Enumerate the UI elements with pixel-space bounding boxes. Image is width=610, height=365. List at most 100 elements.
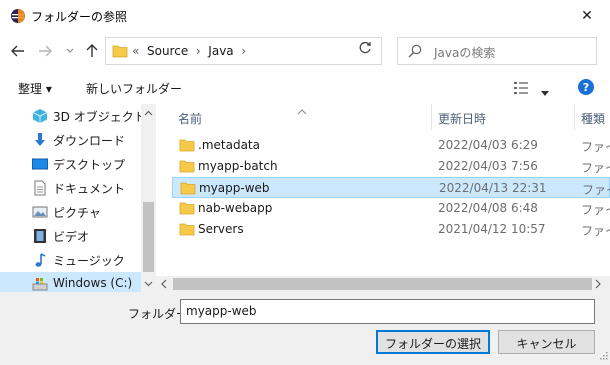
organize-button[interactable]: 整理 ▾ [18,80,52,97]
sidebar-scroll-thumb[interactable] [143,202,154,272]
file-list: 名前 更新日時 種類 .metadata 2022/04/03 6:29 ファイ… [156,104,610,292]
back-arrow-icon [11,45,24,57]
window-title: フォルダーの参照 [31,10,128,24]
close-button[interactable]: ✕ [564,0,610,31]
sidebar-scrollbar[interactable] [141,104,156,292]
file-row[interactable]: myapp-batch 2022/04/03 7:56 ファイル [172,156,610,177]
scroll-down-icon[interactable] [141,279,156,289]
folder-icon [180,181,196,198]
cancel-button[interactable]: キャンセル [498,330,595,354]
videos-icon [32,228,48,244]
column-header-type[interactable]: 種類 [581,110,605,127]
sidebar-item-label: ドキュメント [53,182,126,196]
new-folder-button[interactable]: 新しいフォルダー [86,80,182,97]
music-icon [32,252,48,268]
sort-ascending-icon [297,104,307,118]
file-name: nab-webapp [198,201,273,215]
column-header-modified[interactable]: 更新日時 [438,110,486,127]
desktop-icon [32,156,48,172]
scroll-right-icon[interactable] [594,279,602,289]
3d-objects-icon [32,108,48,124]
file-modified: 2022/04/03 7:56 [438,159,538,173]
file-modified: 2021/04/12 10:57 [438,222,546,236]
pictures-icon [32,204,48,220]
sidebar-item-downloads[interactable]: ダウンロード [0,128,141,152]
file-list-horizontal-scrollbar[interactable] [156,276,610,292]
view-options-button[interactable] [513,81,529,98]
back-button[interactable] [8,41,28,61]
column-header-name[interactable]: 名前 [178,110,202,127]
folder-icon [179,201,195,218]
title-bar: フォルダーの参照 ✕ [0,0,610,31]
folder-icon [179,222,195,239]
forward-button[interactable] [35,41,55,61]
sidebar-item-music[interactable]: ミュージック [0,248,141,272]
file-name: Servers [198,222,244,236]
drive-icon [32,276,48,292]
address-bar[interactable]: « Source › Java › [105,37,441,65]
sidebar-item-desktop[interactable]: デスクトップ [0,152,141,176]
folder-icon [179,159,195,176]
refresh-button[interactable] [358,41,378,61]
help-icon[interactable]: ? [578,79,594,95]
file-row[interactable]: Servers 2021/04/12 10:57 ファイル [172,219,610,240]
folder-field[interactable]: myapp-web [180,299,595,324]
sidebar-item-label: ミュージック [53,254,125,268]
horizontal-scroll-thumb[interactable] [173,278,592,290]
view-dropdown[interactable] [541,85,549,99]
sidebar-item-label: ダウンロード [53,134,126,148]
sidebar-item-pictures[interactable]: ピクチャ [0,200,141,224]
file-type: ファイル [581,203,610,217]
sidebar-item-windows-c[interactable]: Windows (C:) [0,272,141,292]
navigation-pane: 3D オブジェクト ダウンロード デスクトップ ドキュメント ピクチャ ビデオ [0,104,156,292]
sidebar-item-label: ピクチャ [53,206,101,220]
file-row-selected[interactable]: myapp-web 2022/04/13 22:31 ファイル [172,177,610,198]
file-type: ファイル [581,161,610,175]
breadcrumb-separator-icon: › [195,44,201,58]
sidebar-item-label: デスクトップ [53,158,126,172]
sidebar-item-label: Windows (C:) [53,276,133,290]
search-placeholder: Javaの検索 [434,46,496,60]
sidebar-item-label: ビデオ [53,230,90,244]
breadcrumb-item-java[interactable]: Java [208,44,233,58]
file-type: ファイル [582,183,610,197]
file-name: .metadata [198,138,260,152]
caret-down-icon [541,91,549,96]
scroll-left-icon[interactable] [160,279,168,289]
column-headers: 名前 更新日時 種類 [156,104,610,130]
resize-grip-icon[interactable] [598,349,608,363]
sidebar-item-documents[interactable]: ドキュメント [0,176,141,200]
scroll-up-icon[interactable] [141,108,156,118]
search-input[interactable]: Javaの検索 [397,37,597,65]
up-arrow-icon [86,44,98,57]
file-name: myapp-web [199,181,270,195]
breadcrumb: « Source › Java › [132,44,246,58]
file-name: myapp-batch [198,159,278,173]
details-view-icon [514,82,528,94]
search-icon [408,44,422,61]
file-row[interactable]: .metadata 2022/04/03 6:29 ファイル [172,135,610,156]
forward-arrow-icon [39,45,52,57]
sidebar-item-videos[interactable]: ビデオ [0,224,141,248]
chevron-down-icon [66,48,74,53]
breadcrumb-separator-icon: › [241,44,247,58]
file-modified: 2022/04/03 6:29 [438,138,538,152]
column-divider[interactable] [431,104,432,130]
sidebar-item-label: 3D オブジェクト [53,110,146,124]
breadcrumb-item-source[interactable]: Source [147,44,188,58]
command-bar: 整理 ▾ 新しいフォルダー ? [0,71,610,104]
file-type: ファイル [581,140,610,154]
up-button[interactable] [82,41,102,61]
select-folder-button[interactable]: フォルダーの選択 [376,330,490,354]
file-modified: 2022/04/13 22:31 [439,181,547,195]
close-icon: ✕ [581,7,593,24]
folder-icon [179,138,195,155]
sidebar-item-3d-objects[interactable]: 3D オブジェクト [0,104,146,128]
breadcrumb-overflow-icon[interactable]: « [132,44,139,58]
documents-icon [32,180,48,196]
recent-locations-button[interactable] [60,41,80,61]
file-modified: 2022/04/08 6:48 [438,201,538,215]
column-divider[interactable] [574,104,575,130]
eclipse-app-icon [10,8,26,24]
file-row[interactable]: nab-webapp 2022/04/08 6:48 ファイル [172,198,610,219]
